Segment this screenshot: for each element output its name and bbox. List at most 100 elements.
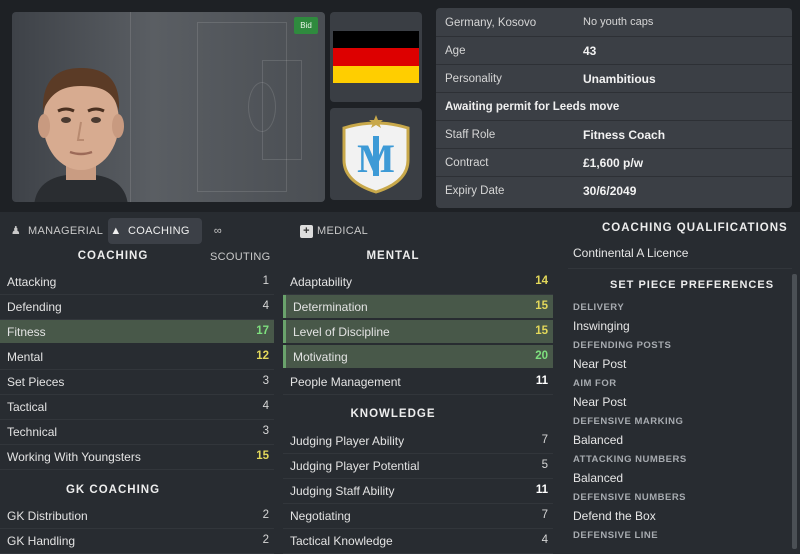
tab-label: MEDICAL bbox=[317, 225, 368, 237]
attribute-row[interactable]: Adaptability 14 bbox=[283, 270, 553, 293]
staff-info-panel: Germany, Kosovo No youth caps Age 43 Per… bbox=[436, 8, 792, 208]
scrollbar[interactable] bbox=[792, 274, 797, 549]
set-piece-label: DEFENDING POSTS bbox=[573, 340, 672, 351]
attribute-name: Mental bbox=[7, 350, 44, 364]
attribute-row[interactable]: Set Pieces 3 bbox=[0, 370, 274, 393]
attribute-name: Defending bbox=[7, 300, 62, 314]
personality-value: Unambitious bbox=[583, 72, 656, 86]
staff-role-value: Fitness Coach bbox=[583, 128, 666, 142]
marseille-crest-icon: M bbox=[342, 115, 410, 194]
attribute-value: 1 bbox=[262, 275, 269, 287]
attribute-row[interactable]: Motivating 20 bbox=[283, 345, 553, 368]
person-icon: ♟ bbox=[10, 225, 22, 237]
attribute-name: Level of Discipline bbox=[293, 325, 390, 339]
attribute-row[interactable]: Tactical 4 bbox=[0, 395, 274, 418]
attribute-row[interactable]: Working With Youngsters 15 bbox=[0, 445, 274, 468]
attribute-row[interactable]: People Management 11 bbox=[283, 370, 553, 393]
attribute-row[interactable]: Judging Staff Ability 11 bbox=[283, 479, 553, 502]
nationality-value: Germany, Kosovo bbox=[445, 17, 537, 29]
gk-coaching-section-title: GK COACHING bbox=[65, 484, 161, 496]
set-piece-label: DEFENSIVE NUMBERS bbox=[573, 492, 687, 503]
contract-label: Contract bbox=[445, 157, 489, 169]
attribute-value: 17 bbox=[256, 325, 269, 337]
attribute-name: Tactical bbox=[7, 400, 48, 414]
attribute-row[interactable]: Judging Player Potential 5 bbox=[283, 454, 553, 477]
attribute-row[interactable]: Level of Discipline 15 bbox=[283, 320, 553, 343]
personality-label: Personality bbox=[445, 73, 502, 85]
medical-kit-icon: + bbox=[300, 225, 313, 238]
bid-badge[interactable]: Bid bbox=[294, 17, 318, 34]
tab-coaching[interactable]: ▲ COACHING bbox=[108, 218, 202, 244]
attribute-row[interactable]: Fitness 17 bbox=[0, 320, 274, 343]
attribute-value: 12 bbox=[256, 350, 269, 362]
attribute-value: 11 bbox=[535, 484, 548, 496]
attribute-value: 4 bbox=[262, 400, 269, 412]
tab-managerial[interactable]: ♟ MANAGERIAL bbox=[8, 218, 104, 244]
attribute-name: Motivating bbox=[293, 350, 348, 364]
set-piece-label: DEFENSIVE LINE bbox=[573, 530, 659, 541]
attribute-row[interactable]: Judging Player Ability 7 bbox=[283, 429, 553, 452]
nationality-row: Germany, Kosovo No youth caps bbox=[436, 9, 792, 36]
attribute-value: 7 bbox=[541, 434, 548, 446]
qualification-value: Continental A Licence bbox=[573, 246, 689, 260]
contract-row: Contract £1,600 p/w bbox=[436, 149, 792, 176]
set-piece-value[interactable]: Balanced bbox=[573, 433, 623, 447]
attribute-value: 3 bbox=[262, 425, 269, 437]
staff-role-label: Staff Role bbox=[445, 129, 496, 141]
set-piece-value[interactable]: Defend the Box bbox=[573, 509, 656, 523]
attribute-row[interactable]: Technical 3 bbox=[0, 420, 274, 443]
attribute-row[interactable]: Mental 12 bbox=[0, 345, 274, 368]
attribute-tabs: ♟ MANAGERIAL ▲ COACHING ∞SCOUTING + MEDICAL bbox=[0, 216, 560, 263]
staff-photo-panel bbox=[12, 12, 325, 202]
expiry-label: Expiry Date bbox=[445, 185, 505, 197]
club-crest-panel[interactable]: M bbox=[330, 108, 422, 200]
attribute-value: 15 bbox=[535, 325, 548, 337]
set-piece-value[interactable]: Near Post bbox=[573, 357, 626, 371]
attribute-row[interactable]: Attacking 1 bbox=[0, 270, 274, 293]
qualifications-title: COACHING QUALIFICATIONS bbox=[602, 222, 788, 234]
attribute-row[interactable]: GK Distribution 2 bbox=[0, 504, 274, 527]
age-value: 43 bbox=[583, 44, 597, 58]
attribute-name: Attacking bbox=[7, 275, 57, 289]
tab-label: COACHING bbox=[128, 225, 190, 237]
permit-notice: Awaiting permit for Leeds move bbox=[445, 101, 620, 113]
attribute-value: 4 bbox=[541, 534, 548, 546]
attribute-row[interactable]: Negotiating 7 bbox=[283, 504, 553, 527]
set-piece-label: AIM FOR bbox=[573, 378, 617, 389]
staff-face-avatar bbox=[34, 68, 128, 202]
attribute-value: 2 bbox=[262, 534, 269, 546]
attribute-value: 14 bbox=[535, 275, 548, 287]
staff-role-row: Staff Role Fitness Coach bbox=[436, 121, 792, 148]
mental-section-title: MENTAL bbox=[366, 250, 420, 262]
set-piece-value[interactable]: Near Post bbox=[573, 395, 626, 409]
attribute-value: 3 bbox=[262, 375, 269, 387]
set-piece-label: DEFENSIVE MARKING bbox=[573, 416, 684, 427]
nationality-flag-panel bbox=[330, 12, 422, 102]
knowledge-section-title: KNOWLEDGE bbox=[350, 408, 436, 420]
profile-header: Bid M Germany, Kosovo No youth caps Age … bbox=[0, 0, 800, 212]
set-piece-title: SET PIECE PREFERENCES bbox=[610, 279, 775, 291]
attribute-value: 20 bbox=[535, 350, 548, 362]
attribute-value: 15 bbox=[256, 450, 269, 462]
set-piece-value[interactable]: Balanced bbox=[573, 471, 623, 485]
attribute-name: Set Pieces bbox=[7, 375, 65, 389]
personality-row: Personality Unambitious bbox=[436, 65, 792, 92]
youth-caps-value: No youth caps bbox=[583, 16, 654, 28]
attribute-row[interactable]: Defending 4 bbox=[0, 295, 274, 318]
binoculars-icon: ∞ bbox=[213, 225, 223, 237]
tab-medical[interactable]: + MEDICAL bbox=[300, 218, 376, 244]
germany-flag-icon bbox=[333, 31, 419, 83]
attribute-value: 15 bbox=[535, 300, 548, 312]
contract-value: £1,600 p/w bbox=[583, 156, 644, 170]
tab-scouting[interactable]: ∞SCOUTING bbox=[210, 218, 290, 263]
attribute-name: Fitness bbox=[7, 325, 46, 339]
attribute-name: Judging Player Potential bbox=[290, 459, 420, 473]
set-piece-label: DELIVERY bbox=[573, 302, 625, 313]
attribute-row[interactable]: Determination 15 bbox=[283, 295, 553, 318]
permit-row: Awaiting permit for Leeds move bbox=[436, 93, 792, 120]
expiry-row: Expiry Date 30/6/2049 bbox=[436, 177, 792, 204]
attribute-value: 4 bbox=[262, 300, 269, 312]
set-piece-value[interactable]: Inswinging bbox=[573, 319, 630, 333]
attribute-name: Judging Player Ability bbox=[290, 434, 405, 448]
attribute-name: Determination bbox=[293, 300, 368, 314]
